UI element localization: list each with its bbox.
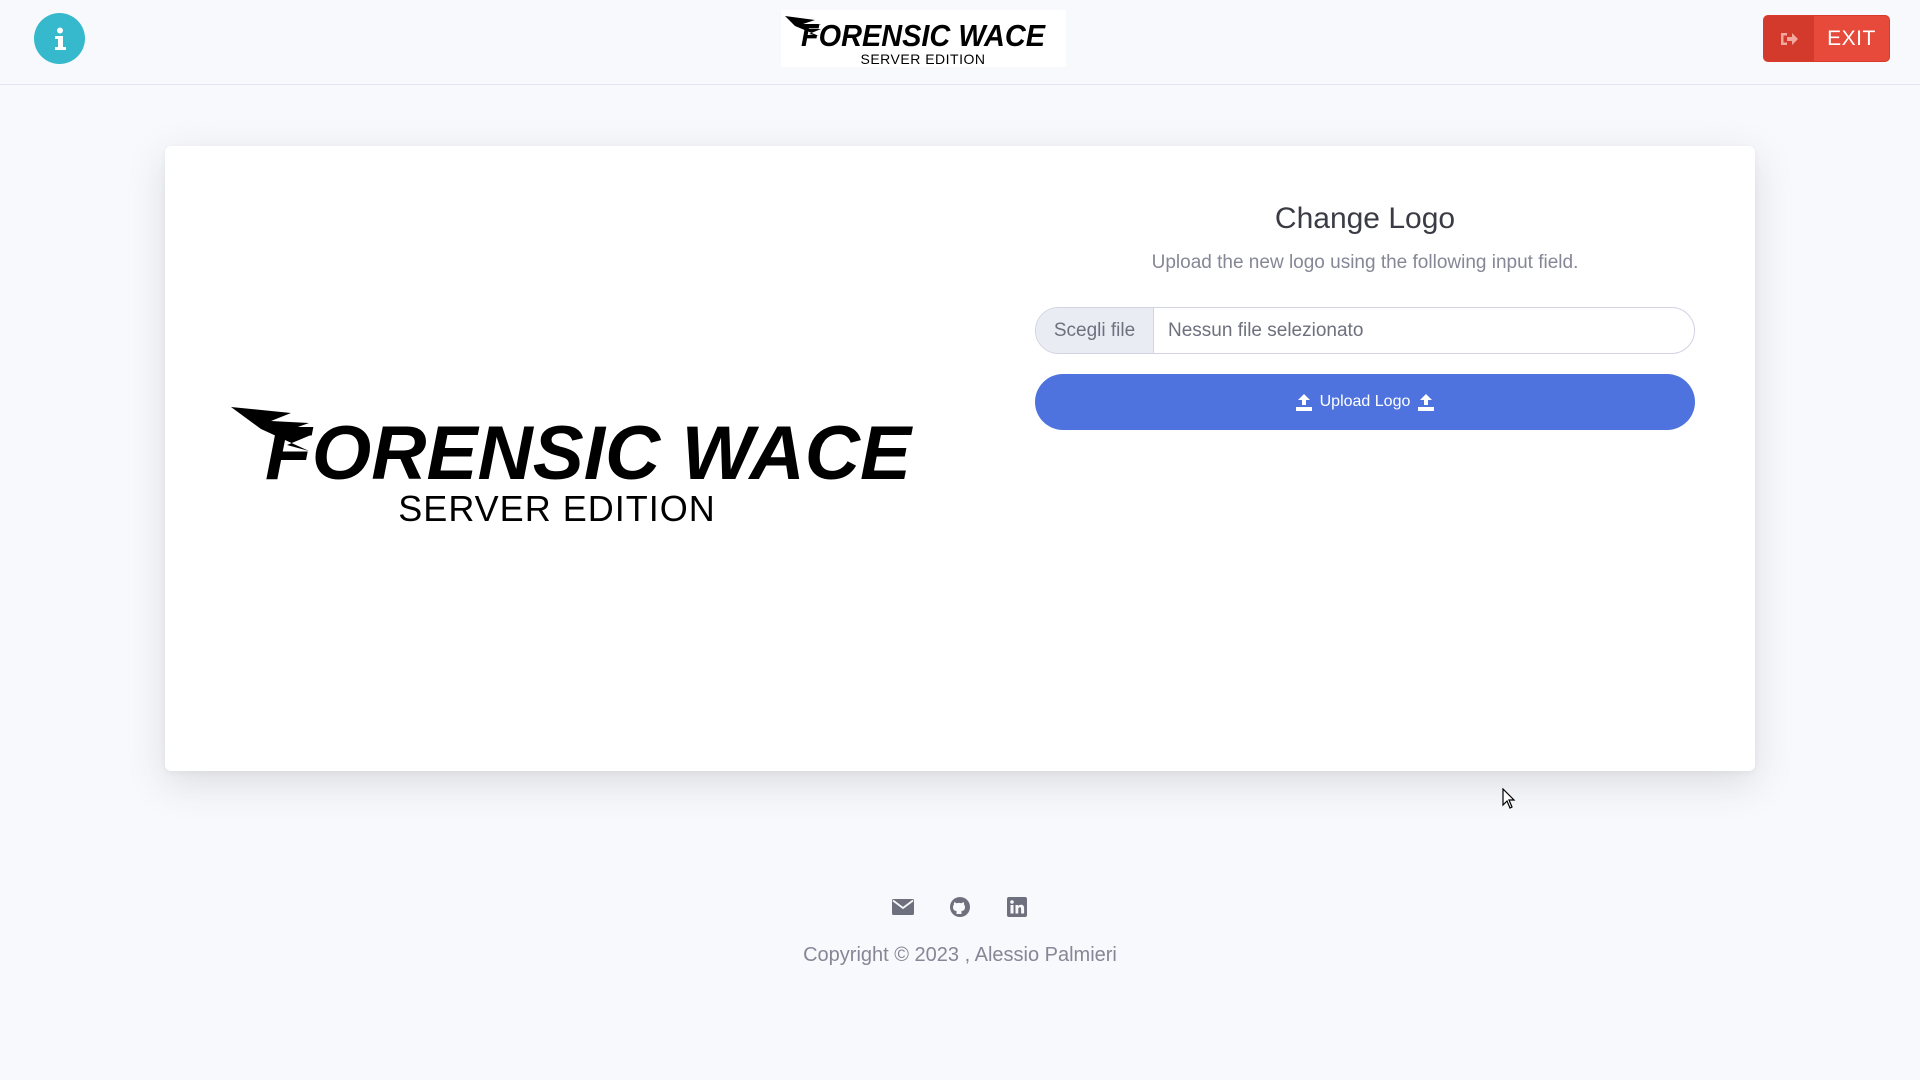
upload-icon: [1295, 393, 1312, 411]
exit-label: EXIT: [1827, 26, 1876, 50]
exit-button[interactable]: EXIT: [1763, 15, 1890, 62]
upload-logo-label: Upload Logo: [1319, 393, 1411, 410]
upload-logo-button[interactable]: Upload Logo: [1035, 374, 1695, 430]
header-logo-edition: SERVER EDITION: [861, 51, 986, 67]
current-logo-brand: FORENSIC WACE: [265, 411, 913, 496]
linkedin-icon[interactable]: [1004, 894, 1030, 920]
form-subtitle: Upload the new logo using the following …: [1151, 252, 1579, 273]
file-status: Nessun file selezionato: [1168, 319, 1364, 341]
footer-social-links: [890, 894, 1030, 920]
sign-out-icon: [1764, 16, 1814, 61]
form-title: Change Logo: [1274, 202, 1456, 235]
header-logo-brand: FORENSIC WACE: [801, 18, 1046, 53]
change-logo-card: FORENSIC WACE SERVER EDITION Change Logo…: [165, 146, 1755, 809]
current-logo-edition: SERVER EDITION: [398, 488, 715, 529]
envelope-icon[interactable]: [890, 894, 916, 920]
info-button[interactable]: [34, 13, 85, 64]
current-logo: FORENSIC WACE SERVER EDITION: [231, 401, 931, 531]
upload-icon: [1418, 393, 1435, 411]
logo-file-input[interactable]: Scegli file Nessun file selezionato: [1035, 307, 1695, 354]
github-icon[interactable]: [947, 894, 973, 920]
info-icon: [54, 27, 66, 50]
copyright-text: Copyright © 2023 , Alessio Palmieri: [803, 944, 1117, 966]
header-logo: FORENSIC WACE SERVER EDITION: [781, 10, 1066, 67]
choose-file-button[interactable]: Scegli file: [1036, 308, 1154, 353]
top-navbar: FORENSIC WACE SERVER EDITION EXIT: [0, 0, 1920, 85]
logo-upload-form: Change Logo Upload the new logo using th…: [1035, 202, 1695, 430]
mouse-cursor-icon: [1502, 788, 1516, 809]
